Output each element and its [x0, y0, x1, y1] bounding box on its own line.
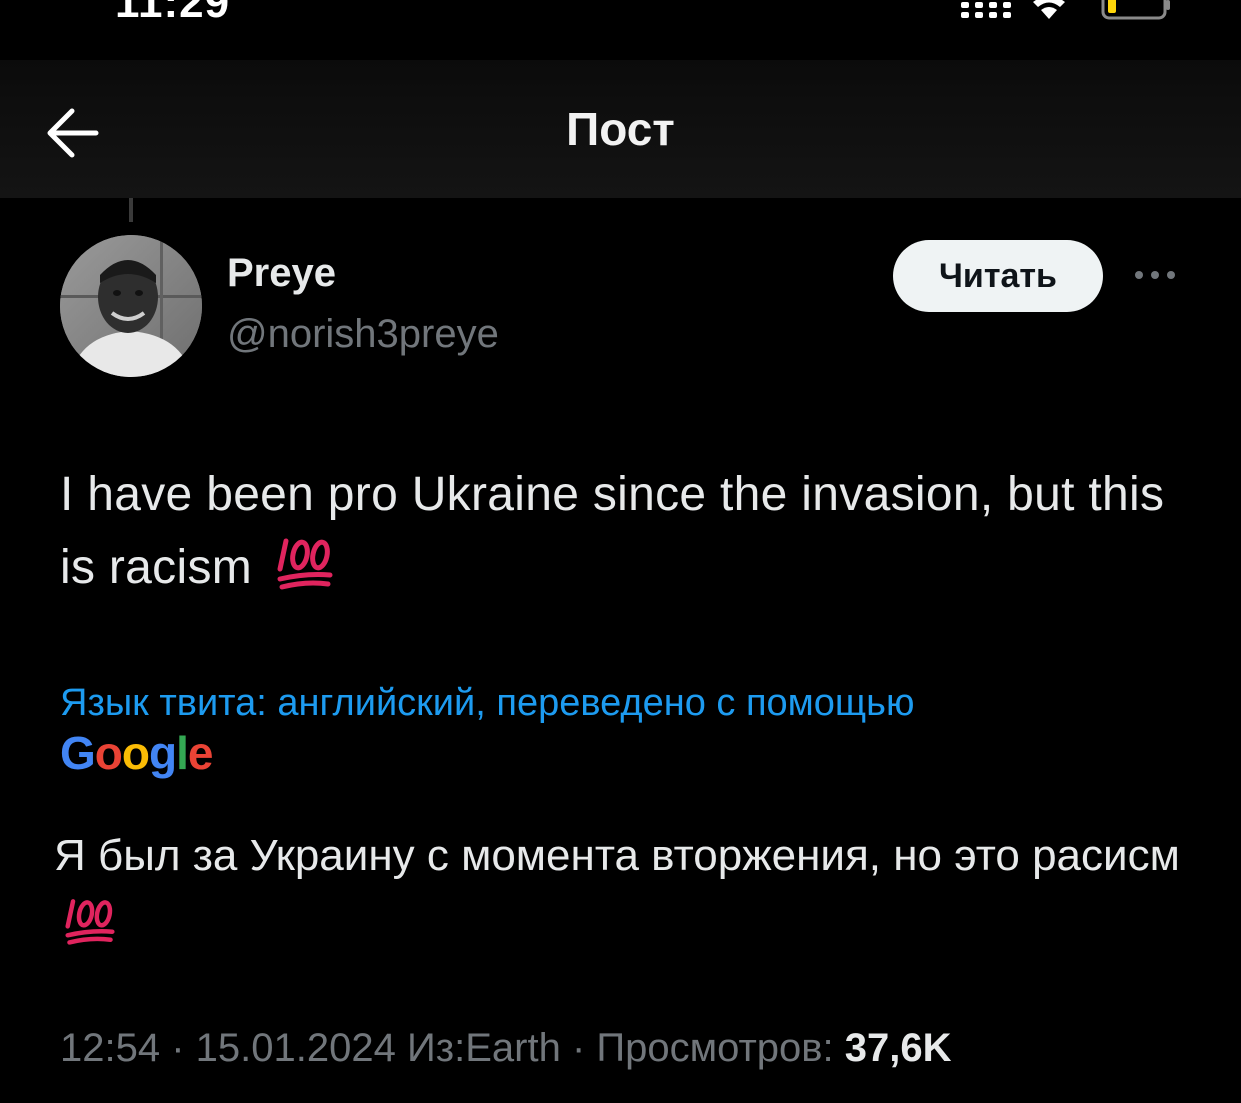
author-name[interactable]: Preye — [227, 251, 336, 296]
author-handle[interactable]: @norish3preye — [227, 312, 499, 357]
signal-icon — [961, 2, 1011, 18]
tweet-location: Из:Earth — [407, 1026, 561, 1070]
views-count[interactable]: 37,6K — [845, 1026, 952, 1070]
100-emoji-icon — [277, 538, 333, 590]
avatar-image — [60, 235, 202, 377]
top-bar: Пост — [0, 60, 1241, 198]
tweet-text: I have been pro Ukraine since the invasi… — [60, 458, 1210, 604]
page-title: Пост — [566, 103, 675, 155]
meta-separator: · — [171, 1026, 196, 1070]
tweet-time[interactable]: 12:54 — [60, 1026, 160, 1070]
translated-text-content: Я был за Украину с момента вторжения, но… — [54, 831, 1180, 880]
google-logo: Google — [60, 727, 213, 779]
100-emoji-icon — [65, 899, 115, 945]
battery-icon — [1101, 0, 1170, 20]
more-button[interactable] — [1130, 260, 1180, 290]
follow-button[interactable]: Читать — [893, 240, 1103, 312]
status-time: 11:29 — [115, 0, 231, 27]
translation-note[interactable]: Язык твита: английский, переведено с пом… — [60, 682, 914, 725]
wifi-icon — [1033, 0, 1065, 19]
tweet-date[interactable]: 15.01.2024 — [196, 1026, 396, 1070]
tweet-text-content: I have been pro Ukraine since the invasi… — [60, 468, 1165, 594]
tweet-meta: 12:54 · 15.01.2024 Из:Earth · Просмотров… — [60, 1026, 952, 1071]
thread-connector-line — [129, 198, 133, 222]
more-dots-icon — [1135, 271, 1175, 279]
avatar[interactable] — [60, 235, 202, 377]
translated-text: Я был за Украину с момента вторжения, но… — [54, 822, 1204, 958]
meta-separator: · — [571, 1026, 597, 1070]
views-label: Просмотров: — [596, 1026, 834, 1070]
